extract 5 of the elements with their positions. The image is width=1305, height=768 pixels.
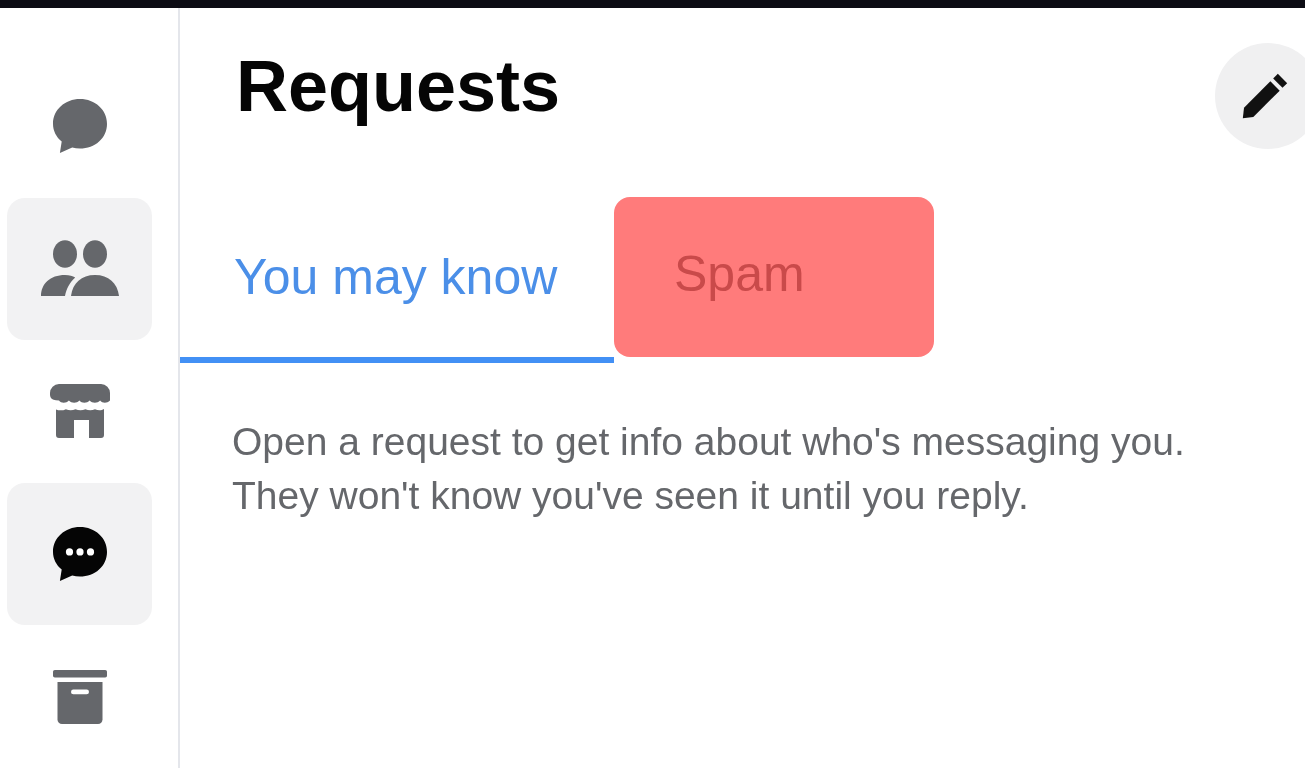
description-text: Open a request to get info about who's messaging you.	[232, 419, 1186, 465]
page-title: Requests	[236, 44, 561, 127]
requests-nav-button[interactable]	[7, 483, 152, 626]
description-text: They won't know you've seen it until you reply.	[232, 473, 1030, 519]
people-nav-button[interactable]	[7, 197, 152, 340]
